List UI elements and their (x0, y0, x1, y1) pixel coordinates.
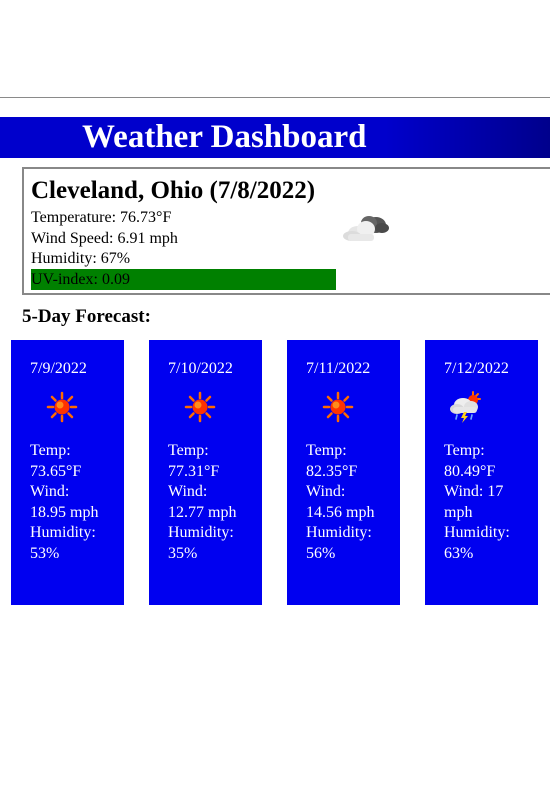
humidity-label: Humidity: (30, 524, 96, 541)
uv-index-label: UV-index: 0.09 (31, 271, 130, 288)
city-title: Cleveland, Ohio (7/8/2022) (31, 177, 316, 204)
forecast-details: Temp: 77.31°F Wind: 12.77 mph Humidity: … (168, 441, 258, 564)
wind-value: 18.95 mph (30, 503, 99, 521)
humidity-value: 53% (30, 544, 60, 562)
temp-value: 82.35°F (306, 462, 358, 480)
forecast-card: 7/10/2022 Temp: 77.31°F Wind: 12.77 mph … (149, 340, 262, 605)
temp-label: Temp: (168, 442, 209, 459)
forecast-card: 7/12/2022 Temp: 80.49°F Wind: 17 mph Hum… (425, 340, 538, 605)
sun-icon (46, 391, 78, 423)
humidity-label: Humidity: (168, 524, 234, 541)
humidity-value: 35% (168, 544, 198, 562)
humidity-label: Humidity: (306, 524, 372, 541)
uv-index-bar: UV-index: 0.09 (31, 269, 336, 290)
forecast-details: Temp: 80.49°F Wind: 17 mph Humidity: 63% (444, 441, 534, 564)
thunderstorm-icon (450, 391, 481, 423)
current-temperature: Temperature: 76.73°F (31, 209, 172, 226)
temp-value: 77.31°F (168, 462, 220, 480)
header-banner: Weather Dashboard (0, 117, 550, 158)
forecast-card: 7/11/2022 Temp: 82.35°F Wind: 14.56 mph … (287, 340, 400, 605)
humidity-value: 56% (306, 544, 336, 562)
forecast-date: 7/11/2022 (306, 360, 371, 377)
forecast-title: 5-Day Forecast: (22, 306, 151, 327)
wind-value: 14.56 mph (306, 503, 375, 521)
forecast-card: 7/9/2022 Temp: 73.65°F Wind: 18.95 mph H… (11, 340, 124, 605)
wind-label: Wind: (30, 483, 70, 500)
forecast-date: 7/10/2022 (168, 360, 233, 377)
top-divider (0, 97, 550, 98)
sun-icon (322, 391, 354, 423)
sun-icon (184, 391, 216, 423)
current-humidity: Humidity: 67% (31, 250, 131, 267)
temp-label: Temp: (444, 442, 485, 459)
humidity-label: Humidity: (444, 524, 510, 541)
forecast-date: 7/12/2022 (444, 360, 509, 377)
current-wind-speed: Wind Speed: 6.91 mph (31, 230, 178, 247)
temp-label: Temp: (306, 442, 347, 459)
temp-value: 80.49°F (444, 462, 496, 480)
wind-label: Wind: (444, 483, 484, 500)
wind-label: Wind: (168, 483, 208, 500)
temp-value: 73.65°F (30, 462, 82, 480)
wind-label: Wind: (306, 483, 346, 500)
cloudy-icon (343, 216, 389, 241)
wind-value: 12.77 mph (168, 503, 237, 521)
humidity-value: 63% (444, 544, 474, 562)
forecast-details: Temp: 73.65°F Wind: 18.95 mph Humidity: … (30, 441, 120, 564)
temp-label: Temp: (30, 442, 71, 459)
page-title: Weather Dashboard (82, 119, 367, 155)
current-weather-panel: Cleveland, Ohio (7/8/2022) Temperature: … (22, 167, 550, 295)
forecast-date: 7/9/2022 (30, 360, 87, 377)
forecast-details: Temp: 82.35°F Wind: 14.56 mph Humidity: … (306, 441, 396, 564)
